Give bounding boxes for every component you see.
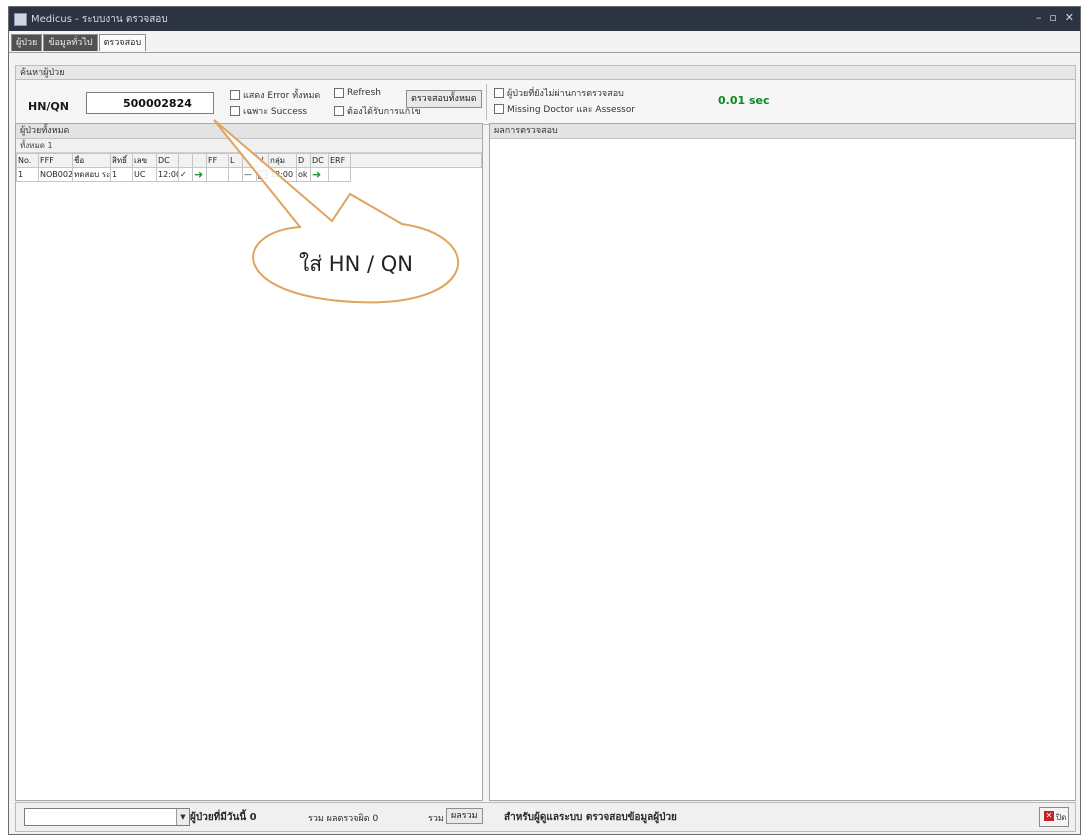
option-refresh[interactable]: Refresh [334, 88, 381, 98]
tab-general[interactable]: ข้อมูลทั่วไป [43, 34, 98, 51]
cell: UC [132, 167, 157, 182]
tab-strip: ผู้ป่วย ข้อมูลทั่วไป ตรวจสอบ [11, 34, 147, 52]
checkbox[interactable] [334, 88, 344, 98]
col-header[interactable]: DC [310, 153, 329, 168]
cell: ✓ [178, 167, 193, 182]
col-header[interactable]: ERF [328, 153, 351, 168]
hn-qn-input[interactable] [86, 92, 214, 114]
col-header[interactable]: FFF [38, 153, 73, 168]
col-header[interactable]: V [256, 153, 269, 168]
col-header[interactable]: เลข [132, 153, 157, 168]
search-panel: HN/QN แสดง Error ทั้งหมด เฉพาะ Success R… [15, 79, 1076, 125]
patient-count: ทั้งหมด 1 [16, 139, 482, 153]
result-panel-title: ผลการตรวจสอบ [490, 124, 1075, 139]
col-header[interactable] [192, 153, 207, 168]
checkbox[interactable] [494, 88, 504, 98]
result-panel: ผลการตรวจสอบ [489, 123, 1076, 801]
status-message: สำหรับผู้ดูแลระบบ ตรวจสอบข้อมูลผู้ป่วย [504, 812, 677, 823]
col-header[interactable]: No. [16, 153, 39, 168]
cell: 12:00 [156, 167, 179, 182]
minimize-button[interactable]: – [1036, 11, 1042, 24]
document-icon[interactable] [258, 170, 267, 179]
option-show-all-errors[interactable]: แสดง Error ทั้งหมด [230, 88, 320, 102]
col-header[interactable]: สิทธิ์ [110, 153, 133, 168]
cell: 1 [16, 167, 39, 182]
total-label: รวม [428, 814, 444, 824]
check-all-button[interactable]: ตรวจสอบทั้งหมด [406, 90, 482, 108]
close-window-button[interactable]: ✕ [1065, 11, 1074, 24]
col-header[interactable]: กลุ่ม [268, 153, 297, 168]
checkbox[interactable] [230, 90, 240, 100]
patient-grid: No. FFF ชื่อ สิทธิ์ เลข DC FF L V กลุ่ม … [16, 153, 482, 182]
filler [351, 168, 482, 182]
grid-header-row: No. FFF ชื่อ สิทธิ์ เลข DC FF L V กลุ่ม … [16, 153, 482, 168]
chevron-down-icon[interactable]: ▼ [176, 809, 189, 825]
elapsed-time: 0.01 sec [718, 94, 770, 107]
window-title: Medicus - ระบบงาน ตรวจสอบ [31, 14, 168, 25]
cell: ทดสอบ ระบบ [72, 167, 111, 182]
cell: 1 [110, 167, 133, 182]
patient-list-panel: ผู้ป่วยทั้งหมด ทั้งหมด 1 No. FFF ชื่อ สิ… [15, 123, 483, 801]
callout-text: ใส่ HN / QN [299, 252, 413, 276]
patient-list-title: ผู้ป่วยทั้งหมด [16, 124, 482, 139]
option-unchecked-patients[interactable]: ผู้ป่วยที่ยังไม่ผ่านการตรวจสอบ [494, 86, 624, 100]
filler [350, 153, 482, 168]
cell [256, 167, 269, 182]
app-window: Medicus - ระบบงาน ตรวจสอบ – ▫ ✕ ผู้ป่วย … [8, 6, 1081, 835]
col-header[interactable]: DC [156, 153, 179, 168]
col-header[interactable]: D [296, 153, 311, 168]
cell [228, 167, 243, 182]
total-button[interactable]: ผลรวม [446, 808, 483, 824]
table-row[interactable]: 1 NOB0024 ทดสอบ ระบบ 1 UC 12:00 ✓ ➜ — 12… [16, 167, 482, 182]
patients-today-count: ผู้ป่วยที่มีวันนี้ 0 [190, 812, 257, 823]
divider [486, 84, 487, 120]
hn-qn-label: HN/QN [28, 100, 69, 113]
col-header[interactable]: ชื่อ [72, 153, 111, 168]
title-bar: Medicus - ระบบงาน ตรวจสอบ – ▫ ✕ [9, 7, 1080, 31]
tab-check[interactable]: ตรวจสอบ [98, 34, 147, 51]
close-button[interactable]: ✕ ปิด [1039, 807, 1069, 827]
cell: ➜ [192, 167, 207, 182]
tab-strip-divider [9, 52, 1080, 53]
cell: 12:00 [268, 167, 297, 182]
option-success-only[interactable]: เฉพาะ Success [230, 104, 307, 118]
col-header[interactable] [178, 153, 193, 168]
maximize-button[interactable]: ▫ [1049, 11, 1056, 24]
cell [206, 167, 229, 182]
tab-patient[interactable]: ผู้ป่วย [11, 34, 43, 51]
col-header[interactable] [242, 153, 257, 168]
filter-combo[interactable]: ▼ [24, 808, 190, 826]
window-controls: – ▫ ✕ [1036, 11, 1074, 24]
checkbox[interactable] [230, 106, 240, 116]
cell: ok [296, 167, 311, 182]
cell: ➜ [310, 167, 329, 182]
col-header[interactable]: FF [206, 153, 229, 168]
checkbox[interactable] [334, 106, 344, 116]
error-count: รวม ผลตรวจผิด 0 [308, 814, 379, 824]
checkbox[interactable] [494, 104, 504, 114]
cell [328, 167, 351, 182]
status-bar: ▼ ผู้ป่วยที่มีวันนี้ 0 รวม ผลตรวจผิด 0 ร… [15, 802, 1076, 832]
arrow-right-icon[interactable]: ➜ [312, 169, 321, 181]
app-icon [14, 13, 27, 26]
arrow-right-icon[interactable]: ➜ [194, 169, 203, 181]
cell: — [242, 167, 257, 182]
option-missing-doctor[interactable]: Missing Doctor และ Assessor [494, 102, 635, 116]
close-icon: ✕ [1044, 811, 1054, 821]
cell: NOB0024 [38, 167, 73, 182]
col-header[interactable]: L [228, 153, 243, 168]
